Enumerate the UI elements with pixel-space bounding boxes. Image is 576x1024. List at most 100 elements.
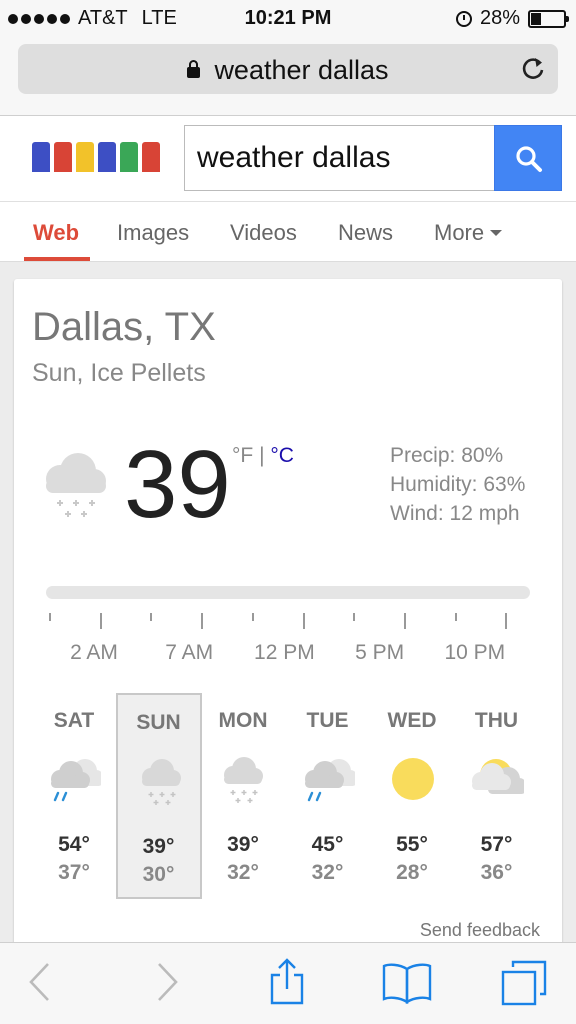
sun-icon (392, 758, 434, 800)
forecast-day-name: THU (474, 709, 519, 732)
forecast-day-wed[interactable]: WED 55° 28° (369, 693, 455, 899)
forecast-high: 54° (58, 833, 90, 856)
address-text: weather dallas (18, 55, 558, 86)
status-right: 28% (455, 7, 569, 30)
weather-location: Dallas, TX (32, 305, 216, 349)
hour-tick (150, 613, 153, 621)
logo-block (98, 142, 116, 172)
partly-cloudy-icon (471, 759, 527, 794)
forecast-icon-wrapper (136, 757, 188, 814)
weather-card: Dallas, TX Sun, Ice Pellets 39 °F | °C P… (14, 279, 562, 959)
unit-celsius-link[interactable]: °C (270, 444, 294, 467)
hour-label: 5 PM (355, 641, 405, 664)
forecast-day-tue[interactable]: TUE 45° 32° (285, 693, 371, 899)
hour-label: 2 AM (70, 641, 118, 664)
forecast-day-name: TUE (306, 709, 349, 732)
logo-block (76, 142, 94, 172)
tab-web[interactable]: Web (33, 220, 79, 246)
forecast-icon-wrapper (303, 755, 358, 812)
forecast-day-sat[interactable]: SAT 54° 37° (31, 693, 117, 899)
snow-cloud-icon (141, 759, 181, 805)
hour-tick (403, 613, 406, 629)
weather-condition: Sun, Ice Pellets (32, 359, 206, 387)
active-tab-indicator (24, 257, 90, 261)
forecast-icon-wrapper (387, 755, 439, 812)
forecast-low: 37° (58, 861, 90, 884)
bookmarks-icon[interactable] (381, 961, 433, 1005)
unit-separator: | (253, 444, 271, 467)
forecast-low: 32° (311, 861, 344, 884)
tab-videos[interactable]: Videos (230, 220, 297, 246)
lock-icon (187, 60, 201, 78)
hour-tick (99, 613, 102, 629)
unit-toggle: °F | °C (232, 444, 294, 468)
forecast-low: 30° (142, 863, 175, 886)
search-tabs: Web Images Videos News More (0, 202, 576, 262)
caret-down-icon (490, 230, 503, 236)
hour-tick (454, 613, 457, 621)
battery-percent: 28% (479, 7, 520, 29)
forecast-icon-wrapper (218, 755, 270, 812)
rain-partly-cloudy-icon (304, 759, 358, 802)
forecast-day-mon[interactable]: MON 39° 32° (200, 693, 286, 899)
status-bar: AT&T LTE 10:21 PM 28% (0, 0, 576, 36)
hourly-slider[interactable] (46, 586, 530, 599)
forecast-high: 45° (311, 833, 344, 856)
search-header (0, 116, 576, 202)
tab-news[interactable]: News (338, 220, 393, 246)
hour-tick (49, 613, 51, 621)
snow-cloud-icon (46, 453, 106, 517)
wind-value: Wind: 12 mph (390, 502, 520, 525)
google-doodle-logo[interactable] (32, 142, 160, 172)
hour-label: 12 PM (254, 641, 315, 664)
tab-images[interactable]: Images (117, 220, 189, 246)
tab-more-label: More (434, 220, 485, 245)
logo-block (54, 142, 72, 172)
forecast-low: 32° (227, 861, 259, 884)
reload-icon[interactable] (520, 55, 546, 83)
search-box (184, 125, 494, 191)
weather-details: Precip: 80% Humidity: 63% Wind: 12 mph (390, 441, 525, 528)
url-text: weather dallas (214, 55, 389, 85)
search-icon (516, 146, 542, 172)
hour-label: 10 PM (444, 641, 506, 664)
precip-value: Precip: 80% (390, 444, 504, 467)
forecast-high: 55° (396, 833, 428, 856)
forecast-day-name: SAT (53, 709, 95, 732)
hour-tick (302, 613, 305, 629)
forecast-icon-wrapper (49, 755, 104, 812)
snow-cloud-icon (224, 757, 263, 803)
current-temperature: 39 (124, 431, 231, 538)
forecast-day-thu[interactable]: THU 57° 36° (454, 693, 540, 899)
forecast-day-name: SUN (136, 711, 181, 734)
forecast-high: 57° (480, 833, 513, 856)
unit-fahrenheit: °F (232, 444, 254, 467)
hour-tick (201, 613, 204, 629)
tabs-icon[interactable] (500, 959, 550, 1007)
address-bar[interactable]: weather dallas (18, 44, 558, 94)
logo-block (32, 142, 50, 172)
browser-address-area: weather dallas (0, 36, 576, 116)
rain-partly-cloudy-icon (51, 759, 104, 802)
search-button[interactable] (494, 125, 562, 191)
browser-toolbar (0, 942, 576, 1024)
send-feedback-link[interactable]: Send feedback (420, 920, 540, 941)
logo-block (142, 142, 160, 172)
battery-fill (531, 12, 541, 25)
forecast-icon-wrapper (471, 755, 527, 812)
forecast-day-name: WED (387, 709, 437, 732)
back-icon[interactable] (28, 961, 52, 1003)
hour-tick (251, 613, 254, 621)
tab-more[interactable]: More (434, 220, 503, 246)
hour-tick (505, 613, 508, 629)
forward-icon[interactable] (155, 961, 179, 1003)
battery-icon (528, 9, 569, 28)
forecast-day-sun[interactable]: SUN 39° 30° (115, 693, 202, 899)
hour-ticks (14, 613, 562, 631)
search-input[interactable] (185, 126, 494, 190)
forecast-high: 39° (227, 833, 259, 856)
forecast-low: 28° (396, 861, 428, 884)
hour-label: 7 AM (165, 641, 214, 664)
share-icon[interactable] (268, 957, 306, 1007)
hour-tick (353, 613, 356, 621)
